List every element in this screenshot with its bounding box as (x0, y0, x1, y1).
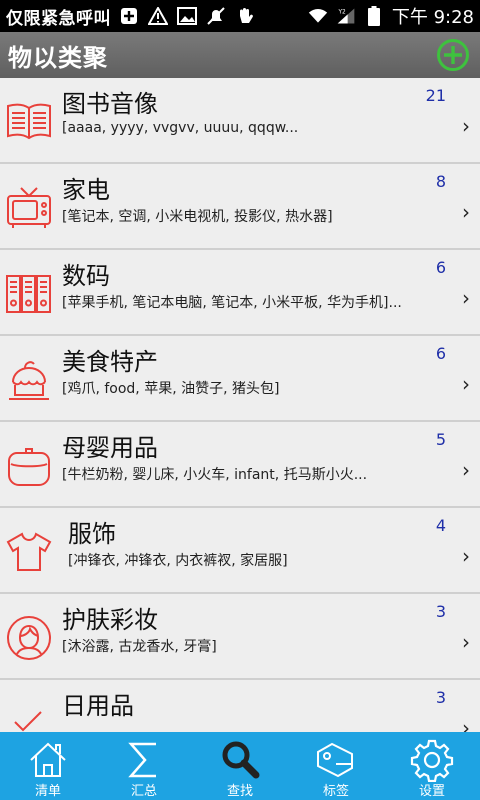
nav-label: 清单 (34, 784, 61, 799)
category-name: 图书音像 (62, 90, 158, 118)
image-icon (177, 7, 197, 25)
category-count: 4 (435, 516, 446, 535)
mute-icon (206, 7, 226, 25)
category-tags: [沐浴露, 古龙香水, 牙膏] (62, 639, 217, 655)
battery-icon (364, 6, 384, 26)
category-count: 6 (435, 344, 446, 363)
category-list[interactable]: 图书音像 [aaaa, yyyy, vvgvv, uuuu, qqqw... 2… (0, 78, 480, 732)
page-title: 物以类聚 (8, 43, 108, 72)
shirt-icon (5, 528, 53, 576)
nav-label: 标签 (322, 784, 349, 799)
wifi-icon (308, 7, 328, 25)
category-name: 家电 (62, 176, 110, 204)
gear-icon (410, 739, 454, 782)
category-name: 服饰 (68, 520, 116, 548)
category-row[interactable]: 日用品 3 › (0, 680, 480, 732)
sigma-icon (128, 742, 156, 778)
category-count: 8 (435, 172, 446, 191)
emergency-notice: 仅限紧急呼叫 (6, 8, 111, 29)
chevron-right-icon: › (462, 286, 470, 310)
nav-summary[interactable]: 汇总 (96, 732, 192, 800)
category-count: 6 (435, 258, 446, 277)
category-row[interactable]: 护肤彩妆 [沐浴露, 古龙香水, 牙膏] 3 › (0, 594, 480, 680)
category-row[interactable]: 服饰 [冲锋衣, 冲锋衣, 内衣裤衩, 家居服] 4 › (0, 508, 480, 594)
hand-icon (235, 7, 255, 25)
plus-square-icon (119, 7, 139, 25)
category-tags: [鸡爪, food, 苹果, 油赞子, 猪头包] (62, 381, 280, 397)
chevron-right-icon: › (462, 544, 470, 568)
category-row[interactable]: 图书音像 [aaaa, yyyy, vvgvv, uuuu, qqqw... 2… (0, 78, 480, 164)
category-count: 3 (435, 688, 446, 707)
category-name: 美食特产 (62, 348, 158, 376)
category-tags: [笔记本, 空调, 小米电视机, 投影仪, 热水器] (62, 209, 333, 225)
category-count: 21 (425, 86, 446, 105)
warning-icon (148, 7, 168, 25)
nav-label: 设置 (418, 784, 445, 799)
chevron-right-icon: › (462, 458, 470, 482)
category-row[interactable]: 美食特产 [鸡爪, food, 苹果, 油赞子, 猪头包] 6 › (0, 336, 480, 422)
house-icon (30, 742, 66, 777)
tv-icon (5, 184, 53, 232)
status-right: Y2 下午 9:28 (308, 3, 474, 29)
chevron-right-icon: › (462, 200, 470, 224)
svg-text:Y2: Y2 (337, 10, 346, 16)
category-row[interactable]: 家电 [笔记本, 空调, 小米电视机, 投影仪, 热水器] 8 › (0, 164, 480, 250)
cake-icon (5, 356, 53, 404)
signal-icon: Y2 (336, 7, 356, 25)
chevron-right-icon: › (462, 716, 470, 732)
app-header: 物以类聚 (0, 32, 480, 78)
chevron-right-icon: › (462, 372, 470, 396)
plus-circle-icon (437, 39, 469, 71)
status-bar: 仅限紧急呼叫 Y2 下午 9:28 (0, 0, 480, 32)
category-count: 5 (435, 430, 446, 449)
category-name: 护肤彩妆 (62, 606, 158, 634)
nav-settings[interactable]: 设置 (384, 732, 480, 800)
chevron-right-icon: › (462, 114, 470, 138)
clock-period: 下午 (391, 7, 428, 28)
category-row[interactable]: 母婴用品 [牛栏奶粉, 婴儿床, 小火车, infant, 托马斯小火... 5… (0, 422, 480, 508)
digital-icon (5, 270, 53, 318)
nav-search[interactable]: 查找 (192, 732, 288, 800)
bottom-nav: 清单 汇总 查找 标签 设置 (0, 732, 480, 800)
category-tags: [牛栏奶粉, 婴儿床, 小火车, infant, 托马斯小火... (62, 467, 368, 483)
category-row[interactable]: 数码 [苹果手机, 笔记本电脑, 笔记本, 小米平板, 华为手机]... 6 › (0, 250, 480, 336)
notification-icons (119, 7, 255, 25)
category-tags: [aaaa, yyyy, vvgvv, uuuu, qqqw... (62, 120, 299, 136)
category-name: 数码 (62, 262, 110, 290)
baby-icon (5, 442, 53, 490)
category-name: 母婴用品 (62, 434, 158, 462)
nav-label: 查找 (226, 784, 253, 799)
clock-time: 9:28 (433, 7, 474, 28)
category-name: 日用品 (62, 692, 134, 720)
daily-icon (5, 700, 53, 732)
chevron-right-icon: › (462, 630, 470, 654)
add-category-button[interactable] (436, 38, 470, 72)
category-tags: [苹果手机, 笔记本电脑, 笔记本, 小米平板, 华为手机]... (62, 295, 402, 311)
face-icon (5, 614, 53, 662)
nav-list[interactable]: 清单 (0, 732, 96, 800)
book-icon (5, 98, 53, 146)
nav-label: 汇总 (130, 784, 157, 799)
clock: 下午 9:28 (392, 3, 474, 29)
category-count: 3 (435, 602, 446, 621)
search-icon (222, 741, 260, 779)
tag-icon (317, 742, 353, 778)
nav-tags[interactable]: 标签 (288, 732, 384, 800)
category-tags: [冲锋衣, 冲锋衣, 内衣裤衩, 家居服] (68, 553, 288, 569)
